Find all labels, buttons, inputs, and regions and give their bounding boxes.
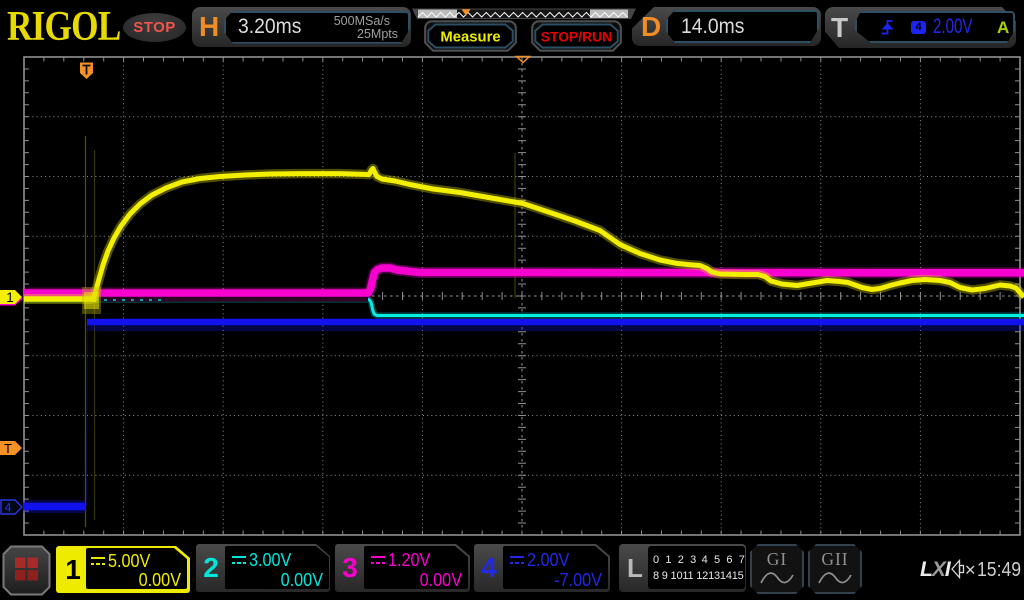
svg-text:T: T — [4, 441, 12, 456]
svg-text:STOP/RUN: STOP/RUN — [541, 28, 612, 44]
svg-text:1: 1 — [6, 290, 14, 305]
svg-text:Measure: Measure — [440, 29, 500, 45]
svg-text:4: 4 — [5, 501, 12, 515]
